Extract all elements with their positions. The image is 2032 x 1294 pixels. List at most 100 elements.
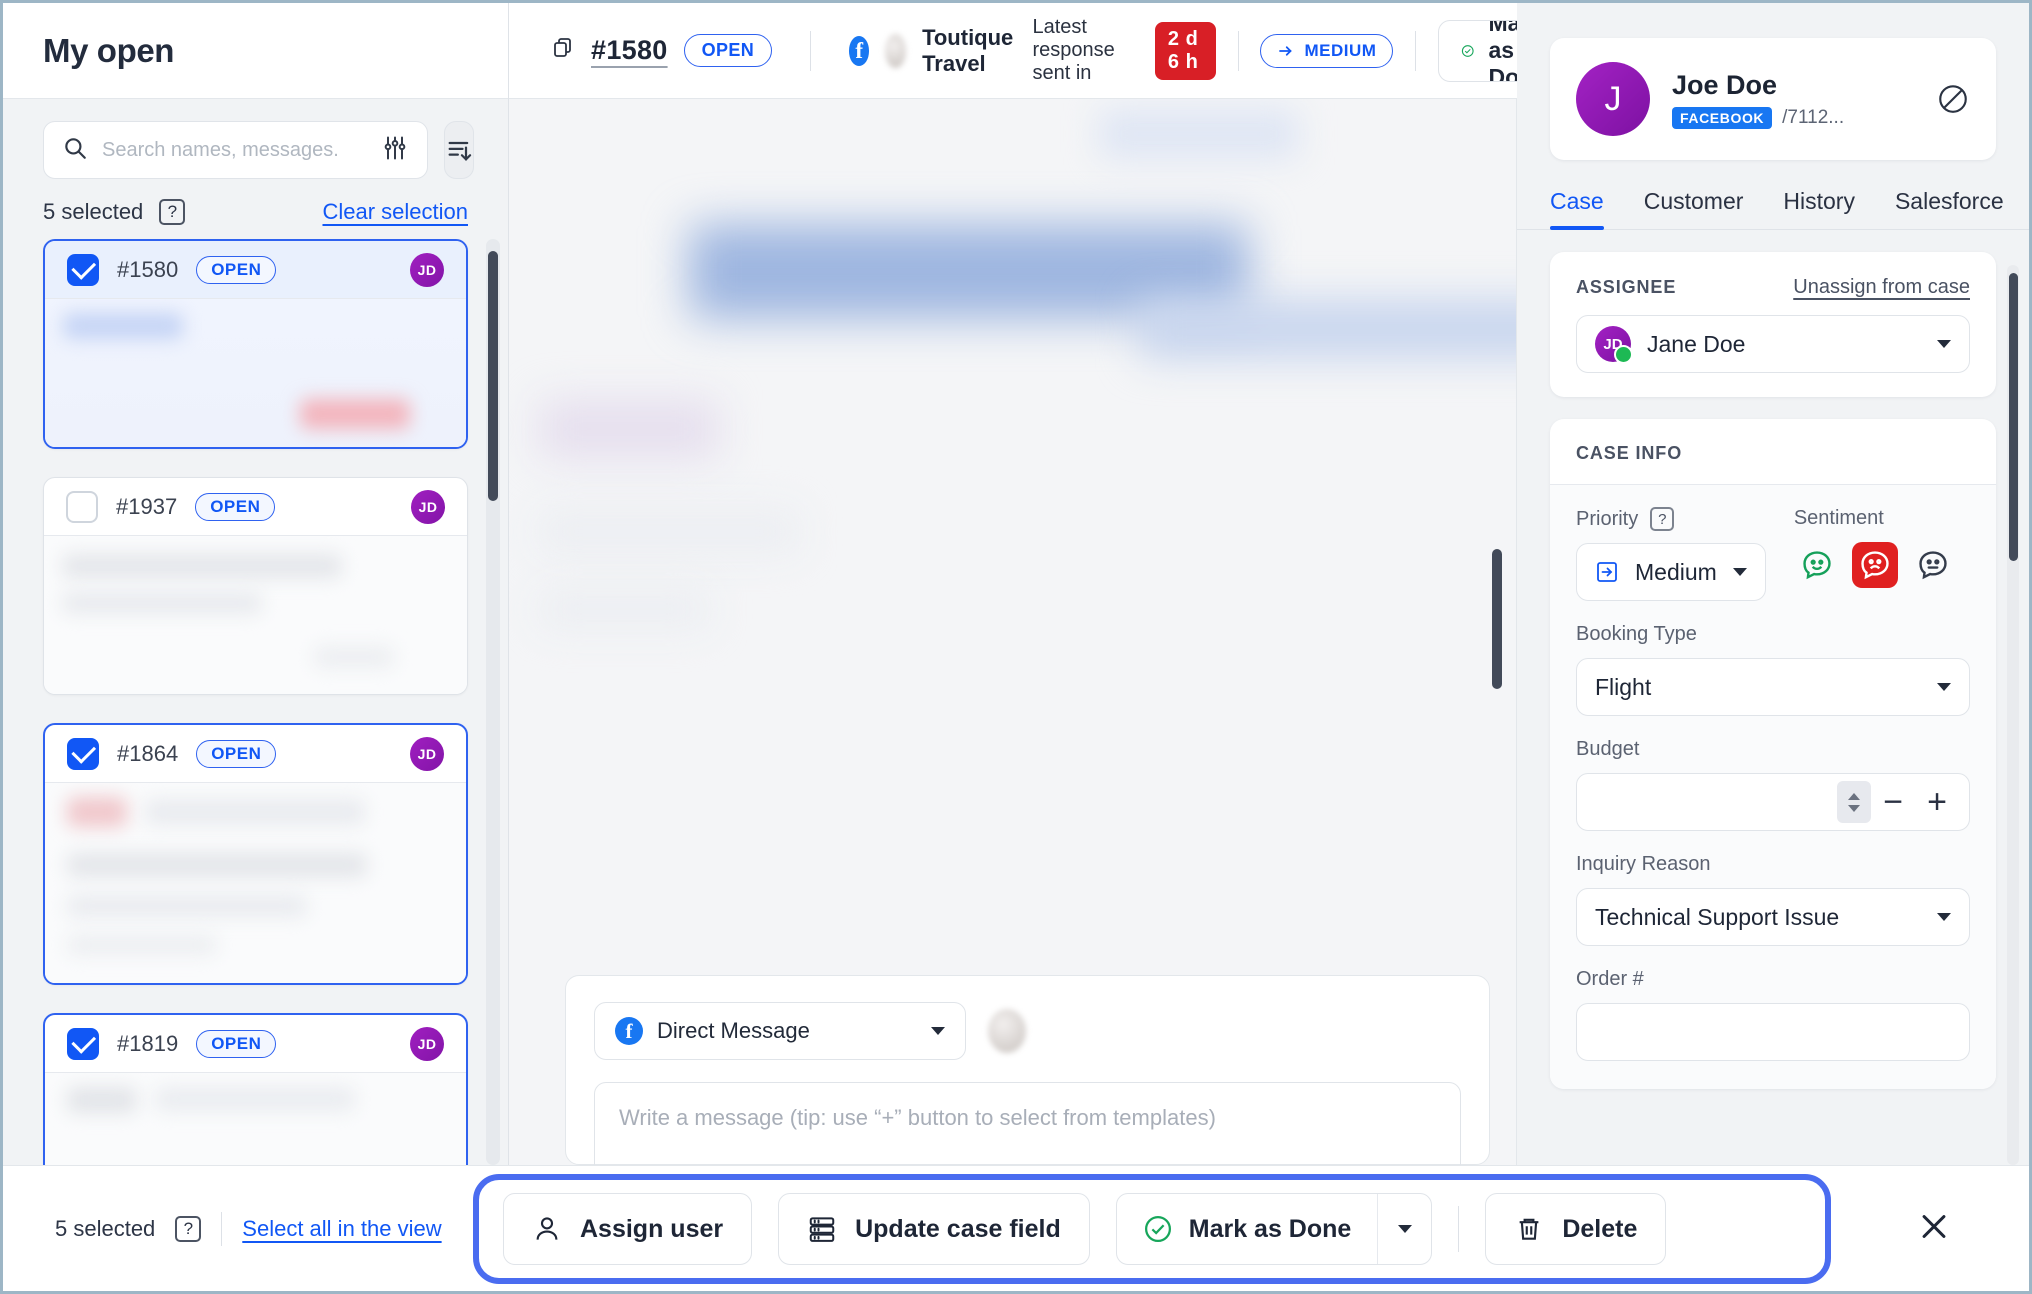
case-card-1819[interactable]: #1819 OPEN JD bbox=[43, 1013, 468, 1165]
help-icon[interactable]: ? bbox=[1650, 507, 1675, 531]
case-list-scrollbar[interactable] bbox=[486, 239, 500, 1165]
channel-select[interactable]: f Direct Message bbox=[594, 1002, 966, 1060]
sort-descending-icon[interactable] bbox=[444, 121, 474, 179]
avatar: JD bbox=[410, 736, 444, 771]
order-number-input[interactable] bbox=[1576, 1003, 1970, 1061]
sentiment-negative-icon[interactable] bbox=[1851, 542, 1898, 588]
redacted-text bbox=[67, 895, 307, 917]
scrollbar-thumb[interactable] bbox=[488, 251, 498, 501]
chevron-down-icon bbox=[1937, 913, 1951, 921]
status-badge: OPEN bbox=[683, 34, 773, 67]
case-details-panel: J Joe Doe FACEBOOK /7112... Case Custome… bbox=[1517, 3, 2029, 1165]
priority-sentiment-row: Priority ? Medium Sentiment bbox=[1576, 507, 1970, 601]
selected-count-label: 5 selected bbox=[43, 199, 144, 224]
budget-stepper[interactable] bbox=[1837, 781, 1872, 823]
sliders-icon[interactable] bbox=[381, 134, 409, 167]
status-badge: OPEN bbox=[196, 1029, 277, 1058]
booking-type-field: Booking Type Flight bbox=[1576, 623, 1970, 716]
tab-customer[interactable]: Customer bbox=[1644, 182, 1744, 229]
priority-label: Priority bbox=[1576, 507, 1639, 530]
case-checkbox[interactable] bbox=[67, 253, 99, 286]
sentiment-field: Sentiment bbox=[1794, 507, 1970, 588]
divider bbox=[221, 1211, 223, 1246]
divider bbox=[1237, 30, 1239, 71]
avatar: JD bbox=[1595, 326, 1633, 364]
case-checkbox[interactable] bbox=[66, 490, 98, 523]
scrollbar-thumb[interactable] bbox=[2009, 273, 2018, 561]
conversation-panel: #1580 OPEN f Toutique Travel Latest resp… bbox=[509, 3, 1594, 1165]
case-checkbox[interactable] bbox=[67, 737, 99, 770]
close-icon[interactable] bbox=[1917, 1209, 1951, 1248]
selection-row: 5 selected ? Clear selection bbox=[3, 179, 508, 239]
org-name: Toutique Travel bbox=[922, 24, 1014, 76]
chevron-down-icon bbox=[1848, 804, 1861, 812]
block-icon[interactable] bbox=[1936, 82, 1970, 116]
message-thread[interactable]: f Direct Message Write a message (tip: u… bbox=[509, 99, 1517, 1165]
case-card-header: #1937 OPEN JD bbox=[44, 478, 467, 536]
sentiment-positive-icon[interactable] bbox=[1794, 542, 1840, 588]
booking-type-select[interactable]: Flight bbox=[1576, 658, 1970, 716]
bulk-mark-as-done-group: Mark as Done bbox=[1115, 1193, 1433, 1265]
unassign-link[interactable]: Unassign from case bbox=[1793, 276, 1970, 299]
tab-history[interactable]: History bbox=[1783, 182, 1855, 229]
message-input[interactable]: Write a message (tip: use “+” button to … bbox=[594, 1082, 1461, 1165]
customer-name: Joe Doe bbox=[1672, 69, 1778, 100]
conversation-header-right: Latest response sent in 2 d 6 h MEDIUM M… bbox=[1032, 16, 1594, 85]
redacted-message bbox=[1099, 109, 1299, 159]
case-number[interactable]: #1580 bbox=[591, 35, 668, 66]
assignee-value: Jane Doe bbox=[1647, 330, 1746, 357]
arrow-right-box-icon bbox=[1597, 562, 1617, 582]
help-icon[interactable]: ? bbox=[159, 199, 186, 225]
case-list[interactable]: #1580 OPEN JD #1937 OPEN JD #1864 OPEN J… bbox=[3, 239, 508, 1165]
search-box[interactable] bbox=[43, 121, 428, 179]
clear-selection-link[interactable]: Clear selection bbox=[322, 199, 468, 225]
assignee-label: ASSIGNEE bbox=[1576, 277, 1677, 297]
update-case-field-button[interactable]: Update case field bbox=[778, 1193, 1090, 1265]
case-card-1937[interactable]: #1937 OPEN JD bbox=[43, 477, 468, 695]
select-all-link[interactable]: Select all in the view bbox=[242, 1216, 441, 1242]
bulk-selected-count: 5 selected bbox=[55, 1215, 156, 1241]
booking-type-label: Booking Type bbox=[1576, 623, 1697, 645]
case-checkbox[interactable] bbox=[67, 1027, 99, 1060]
help-icon[interactable]: ? bbox=[175, 1215, 202, 1242]
app-window: My open Search names, messages. 5 select… bbox=[0, 0, 2032, 1294]
network-badge: FACEBOOK bbox=[1672, 107, 1773, 130]
budget-label: Budget bbox=[1576, 738, 1640, 760]
divider bbox=[810, 30, 811, 71]
case-preview bbox=[45, 1073, 466, 1165]
search-input[interactable] bbox=[102, 138, 367, 162]
assignee-select[interactable]: JD Jane Doe bbox=[1576, 315, 1970, 373]
inquiry-reason-label: Inquiry Reason bbox=[1576, 853, 1711, 875]
sentiment-neutral-icon[interactable] bbox=[1910, 542, 1956, 588]
priority-field: Priority ? Medium bbox=[1576, 507, 1766, 601]
priority-select[interactable]: Medium bbox=[1576, 543, 1766, 601]
budget-increment-button[interactable]: + bbox=[1915, 785, 1959, 819]
customer-card-inner: J Joe Doe FACEBOOK /7112... bbox=[1550, 38, 1996, 160]
priority-chip[interactable]: MEDIUM bbox=[1260, 33, 1394, 68]
case-id-label: #1937 bbox=[116, 493, 178, 519]
details-scrollbar[interactable] bbox=[2007, 265, 2019, 1165]
scrollbar-thumb[interactable] bbox=[1492, 549, 1502, 689]
budget-decrement-button[interactable]: − bbox=[1871, 785, 1915, 819]
assignee-card: ASSIGNEE Unassign from case JD Jane Doe bbox=[1550, 252, 1996, 397]
assign-user-button[interactable]: Assign user bbox=[503, 1193, 753, 1265]
divider bbox=[1458, 1206, 1460, 1252]
tab-case[interactable]: Case bbox=[1550, 182, 1604, 230]
delete-button[interactable]: Delete bbox=[1485, 1193, 1667, 1265]
sla-badge: 2 d 6 h bbox=[1154, 21, 1216, 80]
search-row bbox=[3, 99, 508, 179]
redacted-text bbox=[314, 646, 394, 668]
facebook-icon: f bbox=[615, 1017, 643, 1045]
inquiry-reason-select[interactable]: Technical Support Issue bbox=[1576, 888, 1970, 946]
case-card-1580[interactable]: #1580 OPEN JD bbox=[43, 239, 468, 449]
case-info-card: CASE INFO Priority ? Medium Sentiment Bo… bbox=[1550, 419, 1996, 1089]
copy-icon[interactable] bbox=[551, 36, 575, 65]
detail-tabs: Case Customer History Salesforce bbox=[1517, 182, 2029, 230]
bulk-mark-as-done-caret[interactable] bbox=[1377, 1194, 1431, 1264]
case-card-1864[interactable]: #1864 OPEN JD bbox=[43, 723, 468, 985]
thread-scrollbar[interactable] bbox=[1490, 179, 1504, 845]
tab-salesforce[interactable]: Salesforce bbox=[1895, 182, 2004, 229]
bulk-mark-as-done-button[interactable]: Mark as Done bbox=[1117, 1214, 1378, 1244]
budget-input[interactable]: − + bbox=[1576, 773, 1970, 831]
redacted-text bbox=[155, 1087, 355, 1111]
